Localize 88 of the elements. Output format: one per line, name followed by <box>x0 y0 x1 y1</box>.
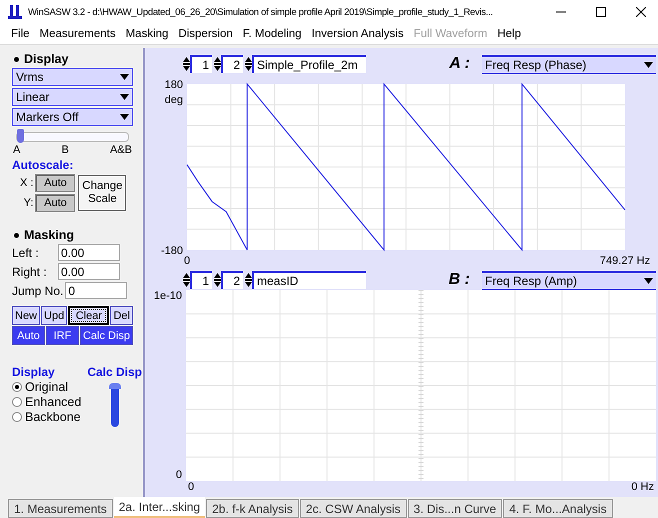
caret-icon <box>120 114 129 120</box>
menu-item[interactable]: File <box>6 28 35 40</box>
dropdown[interactable]: Linear <box>12 88 133 106</box>
mask-button[interactable]: Auto <box>12 326 45 345</box>
axis-tick-label: 0 <box>188 481 194 495</box>
radio-option[interactable]: Backbone <box>12 410 82 424</box>
auto-toggle[interactable]: Auto <box>35 174 76 192</box>
window-title: WinSASW 3.2 - d:\HWAW_Updated_06_26_20\Simulation of simple profile April 2019\Simple_profile_study_1_Revis... <box>28 6 494 18</box>
tab[interactable]: 4. F. Mo...Analysis <box>503 499 613 518</box>
radio-button[interactable] <box>12 397 22 407</box>
slider-label: A&B <box>110 144 132 156</box>
auto-toggle[interactable]: Auto <box>35 194 76 212</box>
caret-icon <box>120 74 129 80</box>
name-field[interactable]: measID <box>252 271 366 289</box>
tab[interactable]: 2b. f-k Analysis <box>206 499 299 518</box>
spinner-icon[interactable] <box>183 56 190 72</box>
input-field[interactable]: 0.00 <box>58 244 120 261</box>
spinner-icon[interactable] <box>183 272 190 288</box>
spinner-icon[interactable] <box>214 272 221 288</box>
mask-button[interactable]: New <box>12 306 40 325</box>
radio-option[interactable]: Original <box>12 380 82 394</box>
menu-item[interactable]: Dispersion <box>173 28 238 40</box>
plot-type-dropdown[interactable]: Freq Resp (Amp) <box>482 270 656 290</box>
number-field[interactable]: 2 <box>221 55 243 73</box>
slider-track[interactable] <box>110 383 119 427</box>
caret-icon <box>644 278 653 284</box>
axis-tick-label: 0 <box>176 469 182 481</box>
number-field[interactable]: 1 <box>190 271 212 289</box>
caret-icon <box>644 62 653 68</box>
mask-button[interactable]: Del <box>110 306 133 325</box>
spinner-icon[interactable] <box>245 272 252 288</box>
axis-tick-label: 1e-10 <box>154 290 182 302</box>
field-label: Right : <box>12 264 48 278</box>
section-heading: Masking <box>24 228 74 242</box>
mask-button[interactable]: Upd <box>41 306 68 325</box>
dropdown[interactable]: Markers Off <box>12 108 133 126</box>
menu-item[interactable]: Measurements <box>34 28 121 40</box>
input-field[interactable]: 0.00 <box>58 263 120 280</box>
axis-tick-label: 749.27 Hz <box>600 255 650 267</box>
axis-label: X : <box>20 177 34 189</box>
tab[interactable]: 2c. CSW Analysis <box>300 499 407 518</box>
number-field[interactable]: 2 <box>221 271 243 289</box>
field-label: Left : <box>12 246 40 260</box>
menu-item[interactable]: Inversion Analysis <box>306 28 409 40</box>
menu-item[interactable]: F. Modeling <box>238 28 307 40</box>
slider-track[interactable] <box>16 132 129 142</box>
bullet-icon <box>14 232 19 238</box>
axis-tick-label: -180 <box>160 245 183 257</box>
plot-type-dropdown[interactable]: Freq Resp (Phase) <box>482 54 656 74</box>
caret-icon <box>120 94 129 100</box>
close-icon <box>636 7 646 17</box>
maximize-icon <box>596 7 606 17</box>
axis-tick-label: 0 <box>184 255 190 267</box>
spinner-icon[interactable] <box>245 56 252 72</box>
radio-option[interactable]: Enhanced <box>12 395 82 409</box>
app-icon <box>8 4 22 20</box>
axis-tick-label: 180 <box>164 79 183 91</box>
section-heading: Display <box>24 52 68 66</box>
radio-button[interactable] <box>12 382 22 392</box>
input-field[interactable]: 0 <box>65 282 128 299</box>
change-scale-button[interactable]: Change Scale <box>78 175 126 211</box>
menu-item[interactable]: Help <box>492 28 526 40</box>
display-label: Display <box>12 365 56 379</box>
spinner-icon[interactable] <box>214 56 221 72</box>
mask-button[interactable]: IRF <box>46 326 79 345</box>
number-field[interactable]: 1 <box>190 55 212 73</box>
name-field[interactable]: Simple_Profile_2m <box>252 55 366 73</box>
axis-tick-label: 0 Hz <box>631 481 654 495</box>
slider-thumb[interactable] <box>17 129 24 143</box>
panel-label: A : <box>449 55 470 73</box>
mask-button[interactable]: Clear <box>68 306 110 325</box>
slider-label: A <box>13 144 20 156</box>
axis-title: deg <box>164 94 183 106</box>
axis-label: Y: <box>22 197 34 209</box>
radio-button[interactable] <box>12 412 22 422</box>
slider-thumb[interactable] <box>108 383 121 389</box>
dropdown[interactable]: Vrms <box>12 68 133 86</box>
slider-label: B <box>61 144 69 156</box>
field-label: Jump No. <box>12 284 64 298</box>
tab[interactable]: 2a. Inter...sking <box>114 497 206 518</box>
menu-item[interactable]: Masking <box>120 28 174 40</box>
tab[interactable]: 1. Measurements <box>8 499 113 518</box>
panel-label: B : <box>448 271 470 289</box>
mask-button[interactable]: Calc Disp <box>80 326 134 345</box>
autoscale-label: Autoscale: <box>12 158 74 172</box>
tab[interactable]: 3. Dis...n Curve <box>408 499 502 518</box>
calc-disp-label: Calc Disp <box>87 365 142 379</box>
bullet-icon <box>14 56 19 62</box>
